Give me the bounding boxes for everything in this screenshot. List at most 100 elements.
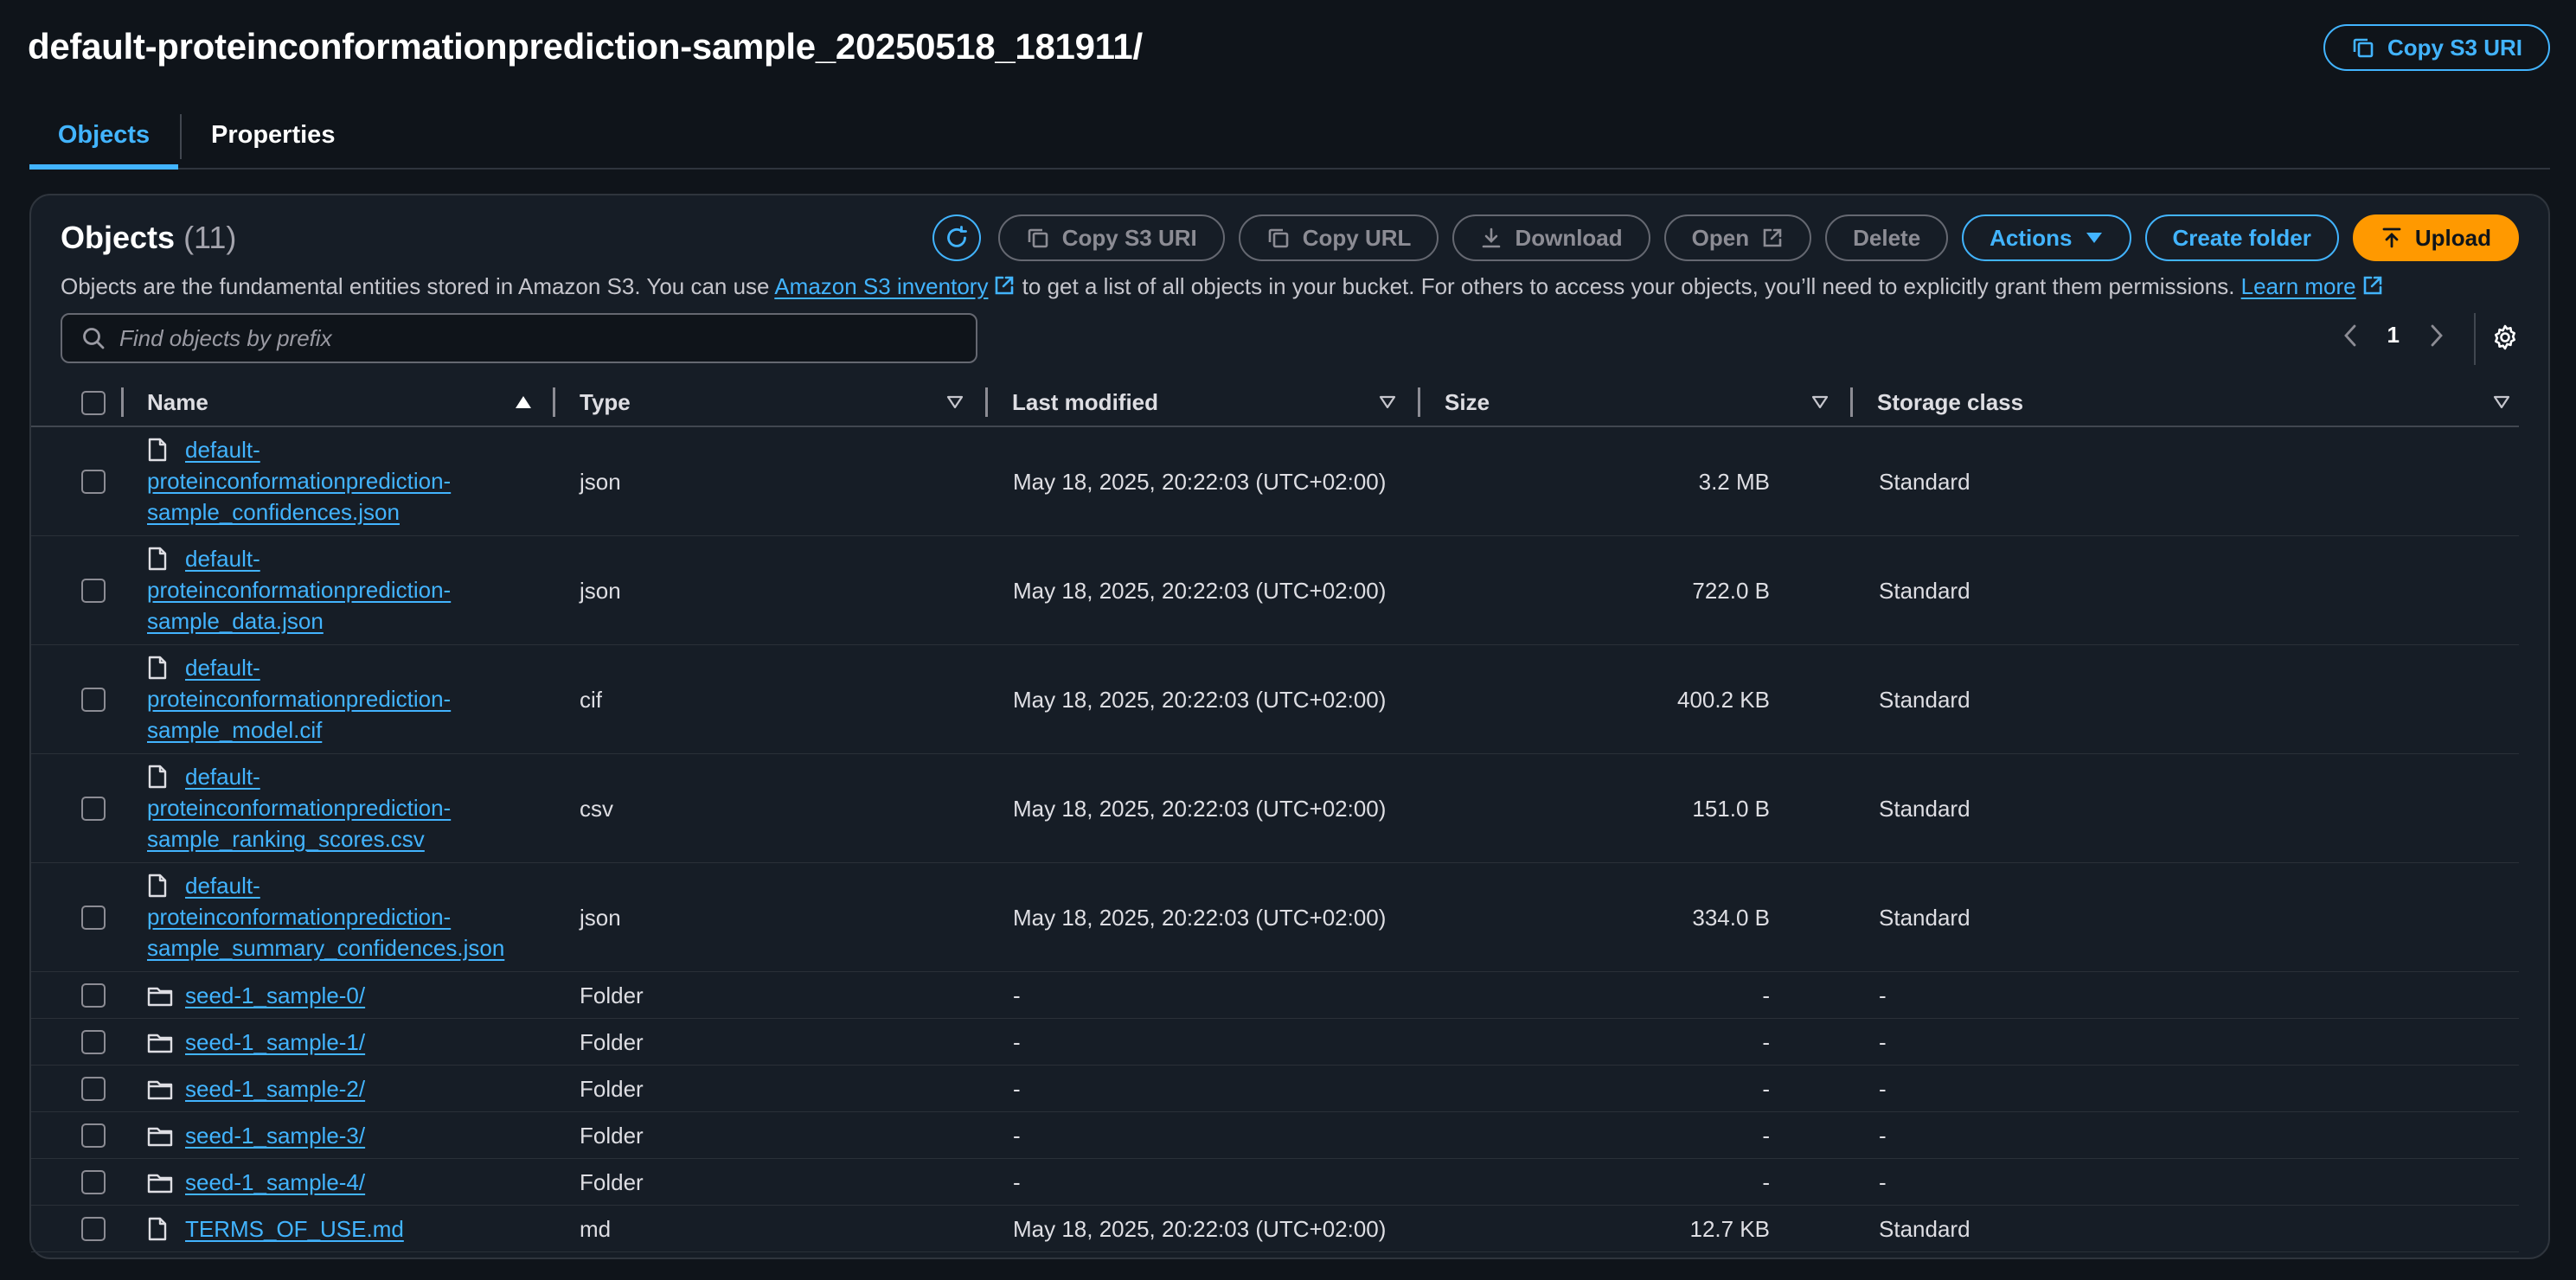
object-name-link[interactable]: sample_ranking_scores.csv: [147, 823, 451, 854]
column-header-last-modified[interactable]: Last modified: [1012, 389, 1158, 416]
object-name-link[interactable]: proteinconformationprediction-: [147, 574, 451, 605]
tab-properties[interactable]: Properties: [211, 121, 335, 150]
sort-icon[interactable]: [1811, 394, 1829, 410]
table-row[interactable]: default-proteinconformationprediction-sa…: [31, 427, 2519, 536]
table-row[interactable]: default-proteinconformationprediction-sa…: [31, 754, 2519, 863]
folder-icon: [147, 1172, 173, 1199]
copy-url-label: Copy URL: [1302, 224, 1412, 251]
size-cell: 400.2 KB: [1677, 687, 1770, 713]
chevron-left-icon[interactable]: [2342, 323, 2358, 348]
copy-url-button[interactable]: Copy URL: [1238, 214, 1439, 261]
object-name-link[interactable]: seed-1_sample-2/: [147, 1073, 365, 1104]
object-name-link[interactable]: default-: [147, 543, 451, 574]
object-name-link[interactable]: sample_summary_confidences.json: [147, 932, 504, 963]
size-cell: -: [1762, 1123, 1770, 1149]
column-header-storage-class[interactable]: Storage class: [1877, 389, 2023, 416]
object-name-link[interactable]: sample_model.cif: [147, 714, 451, 746]
storage-class-cell: -: [1879, 1029, 1887, 1055]
sort-icon[interactable]: [946, 394, 964, 410]
pagination: 1: [2342, 322, 2445, 349]
object-name-link[interactable]: TERMS_OF_USE.md: [147, 1213, 404, 1245]
search-icon: [83, 328, 105, 349]
object-name-link[interactable]: seed-1_sample-4/: [147, 1167, 365, 1198]
object-name-link[interactable]: default-: [147, 870, 504, 901]
objects-toolbar: Copy S3 URI Copy URL Download Open Delet…: [932, 214, 2519, 261]
tab-objects[interactable]: Objects: [29, 121, 178, 170]
object-name-link[interactable]: seed-1_sample-3/: [147, 1120, 365, 1151]
name-cell: default-proteinconformationprediction-sa…: [147, 761, 451, 854]
folder-icon: [147, 1078, 173, 1105]
type-cell: Folder: [580, 1029, 644, 1055]
object-name-link[interactable]: proteinconformationprediction-: [147, 465, 451, 496]
file-icon: [147, 438, 168, 466]
table-row[interactable]: default-proteinconformationprediction-sa…: [31, 863, 2519, 972]
search-input[interactable]: [119, 324, 950, 352]
current-page[interactable]: 1: [2387, 322, 2400, 349]
size-cell: -: [1762, 1169, 1770, 1195]
table-row[interactable]: seed-1_sample-0/Folder - - -: [31, 972, 2519, 1019]
type-cell: Folder: [580, 1169, 644, 1195]
table-row[interactable]: seed-1_sample-1/Folder - - -: [31, 1019, 2519, 1066]
object-name-link[interactable]: default-: [147, 652, 451, 683]
row-checkbox[interactable]: [81, 470, 106, 494]
object-name-link[interactable]: proteinconformationprediction-: [147, 683, 451, 714]
header-copy-s3-uri-button[interactable]: Copy S3 URI: [2323, 24, 2550, 71]
select-all-checkbox[interactable]: [81, 391, 106, 415]
actions-dropdown[interactable]: Actions: [1962, 214, 2131, 261]
copy-icon: [2353, 38, 2374, 58]
row-checkbox[interactable]: [81, 983, 106, 1008]
object-name-link[interactable]: seed-1_sample-0/: [147, 980, 365, 1011]
row-checkbox[interactable]: [81, 1123, 106, 1148]
refresh-button[interactable]: [932, 214, 981, 261]
row-checkbox[interactable]: [81, 579, 106, 603]
chevron-right-icon[interactable]: [2429, 323, 2445, 348]
object-name-link[interactable]: default-: [147, 434, 451, 465]
object-name-link[interactable]: proteinconformationprediction-: [147, 792, 451, 823]
row-checkbox[interactable]: [81, 906, 106, 930]
size-cell: 151.0 B: [1692, 796, 1770, 822]
object-name-link[interactable]: proteinconformationprediction-: [147, 901, 504, 932]
name-cell: seed-1_sample-3/: [147, 1120, 365, 1151]
delete-button[interactable]: Delete: [1825, 214, 1949, 261]
size-cell: 334.0 B: [1692, 905, 1770, 931]
description-text-1: Objects are the fundamental entities sto…: [61, 273, 775, 299]
row-checkbox[interactable]: [81, 1030, 106, 1054]
search-box: [61, 313, 977, 363]
gear-icon[interactable]: [2491, 323, 2519, 351]
s3-inventory-link[interactable]: Amazon S3 inventory: [774, 273, 988, 299]
object-name-link[interactable]: sample_confidences.json: [147, 496, 451, 528]
table-row[interactable]: seed-1_sample-2/Folder - - -: [31, 1066, 2519, 1112]
upload-button[interactable]: Upload: [2352, 214, 2519, 261]
copy-s3-uri-button[interactable]: Copy S3 URI: [997, 214, 1225, 261]
last-modified-cell: -: [1013, 1123, 1021, 1149]
storage-class-cell: -: [1879, 982, 1887, 1008]
object-name-link[interactable]: default-: [147, 761, 451, 792]
column-header-size[interactable]: Size: [1445, 389, 1490, 416]
row-checkbox[interactable]: [81, 688, 106, 712]
table-row[interactable]: seed-1_sample-3/Folder - - -: [31, 1112, 2519, 1159]
learn-more-link[interactable]: Learn more: [2241, 273, 2356, 299]
object-name-link[interactable]: sample_data.json: [147, 605, 451, 637]
objects-heading: Objects: [61, 220, 176, 255]
sort-icon[interactable]: [2493, 394, 2510, 410]
row-checkbox[interactable]: [81, 797, 106, 821]
storage-class-cell: -: [1879, 1123, 1887, 1149]
external-link-icon: [1763, 228, 1782, 247]
column-header-type[interactable]: Type: [580, 389, 631, 416]
table-row[interactable]: default-proteinconformationprediction-sa…: [31, 645, 2519, 754]
row-checkbox[interactable]: [81, 1217, 106, 1241]
type-cell: json: [580, 469, 621, 495]
row-checkbox[interactable]: [81, 1170, 106, 1194]
create-folder-button[interactable]: Create folder: [2144, 214, 2339, 261]
table-row[interactable]: default-proteinconformationprediction-sa…: [31, 536, 2519, 645]
open-button[interactable]: Open: [1663, 214, 1812, 261]
sort-ascending-icon[interactable]: [514, 394, 533, 410]
object-name-link[interactable]: seed-1_sample-1/: [147, 1027, 365, 1058]
table-row[interactable]: TERMS_OF_USE.md md May 18, 2025, 20:22:03 …: [31, 1206, 2519, 1252]
row-checkbox[interactable]: [81, 1077, 106, 1101]
column-header-name[interactable]: Name: [147, 389, 208, 416]
table-row[interactable]: seed-1_sample-4/Folder - - -: [31, 1159, 2519, 1206]
sort-icon[interactable]: [1379, 394, 1396, 410]
download-button[interactable]: Download: [1452, 214, 1650, 261]
caret-down-icon: [2086, 233, 2102, 243]
